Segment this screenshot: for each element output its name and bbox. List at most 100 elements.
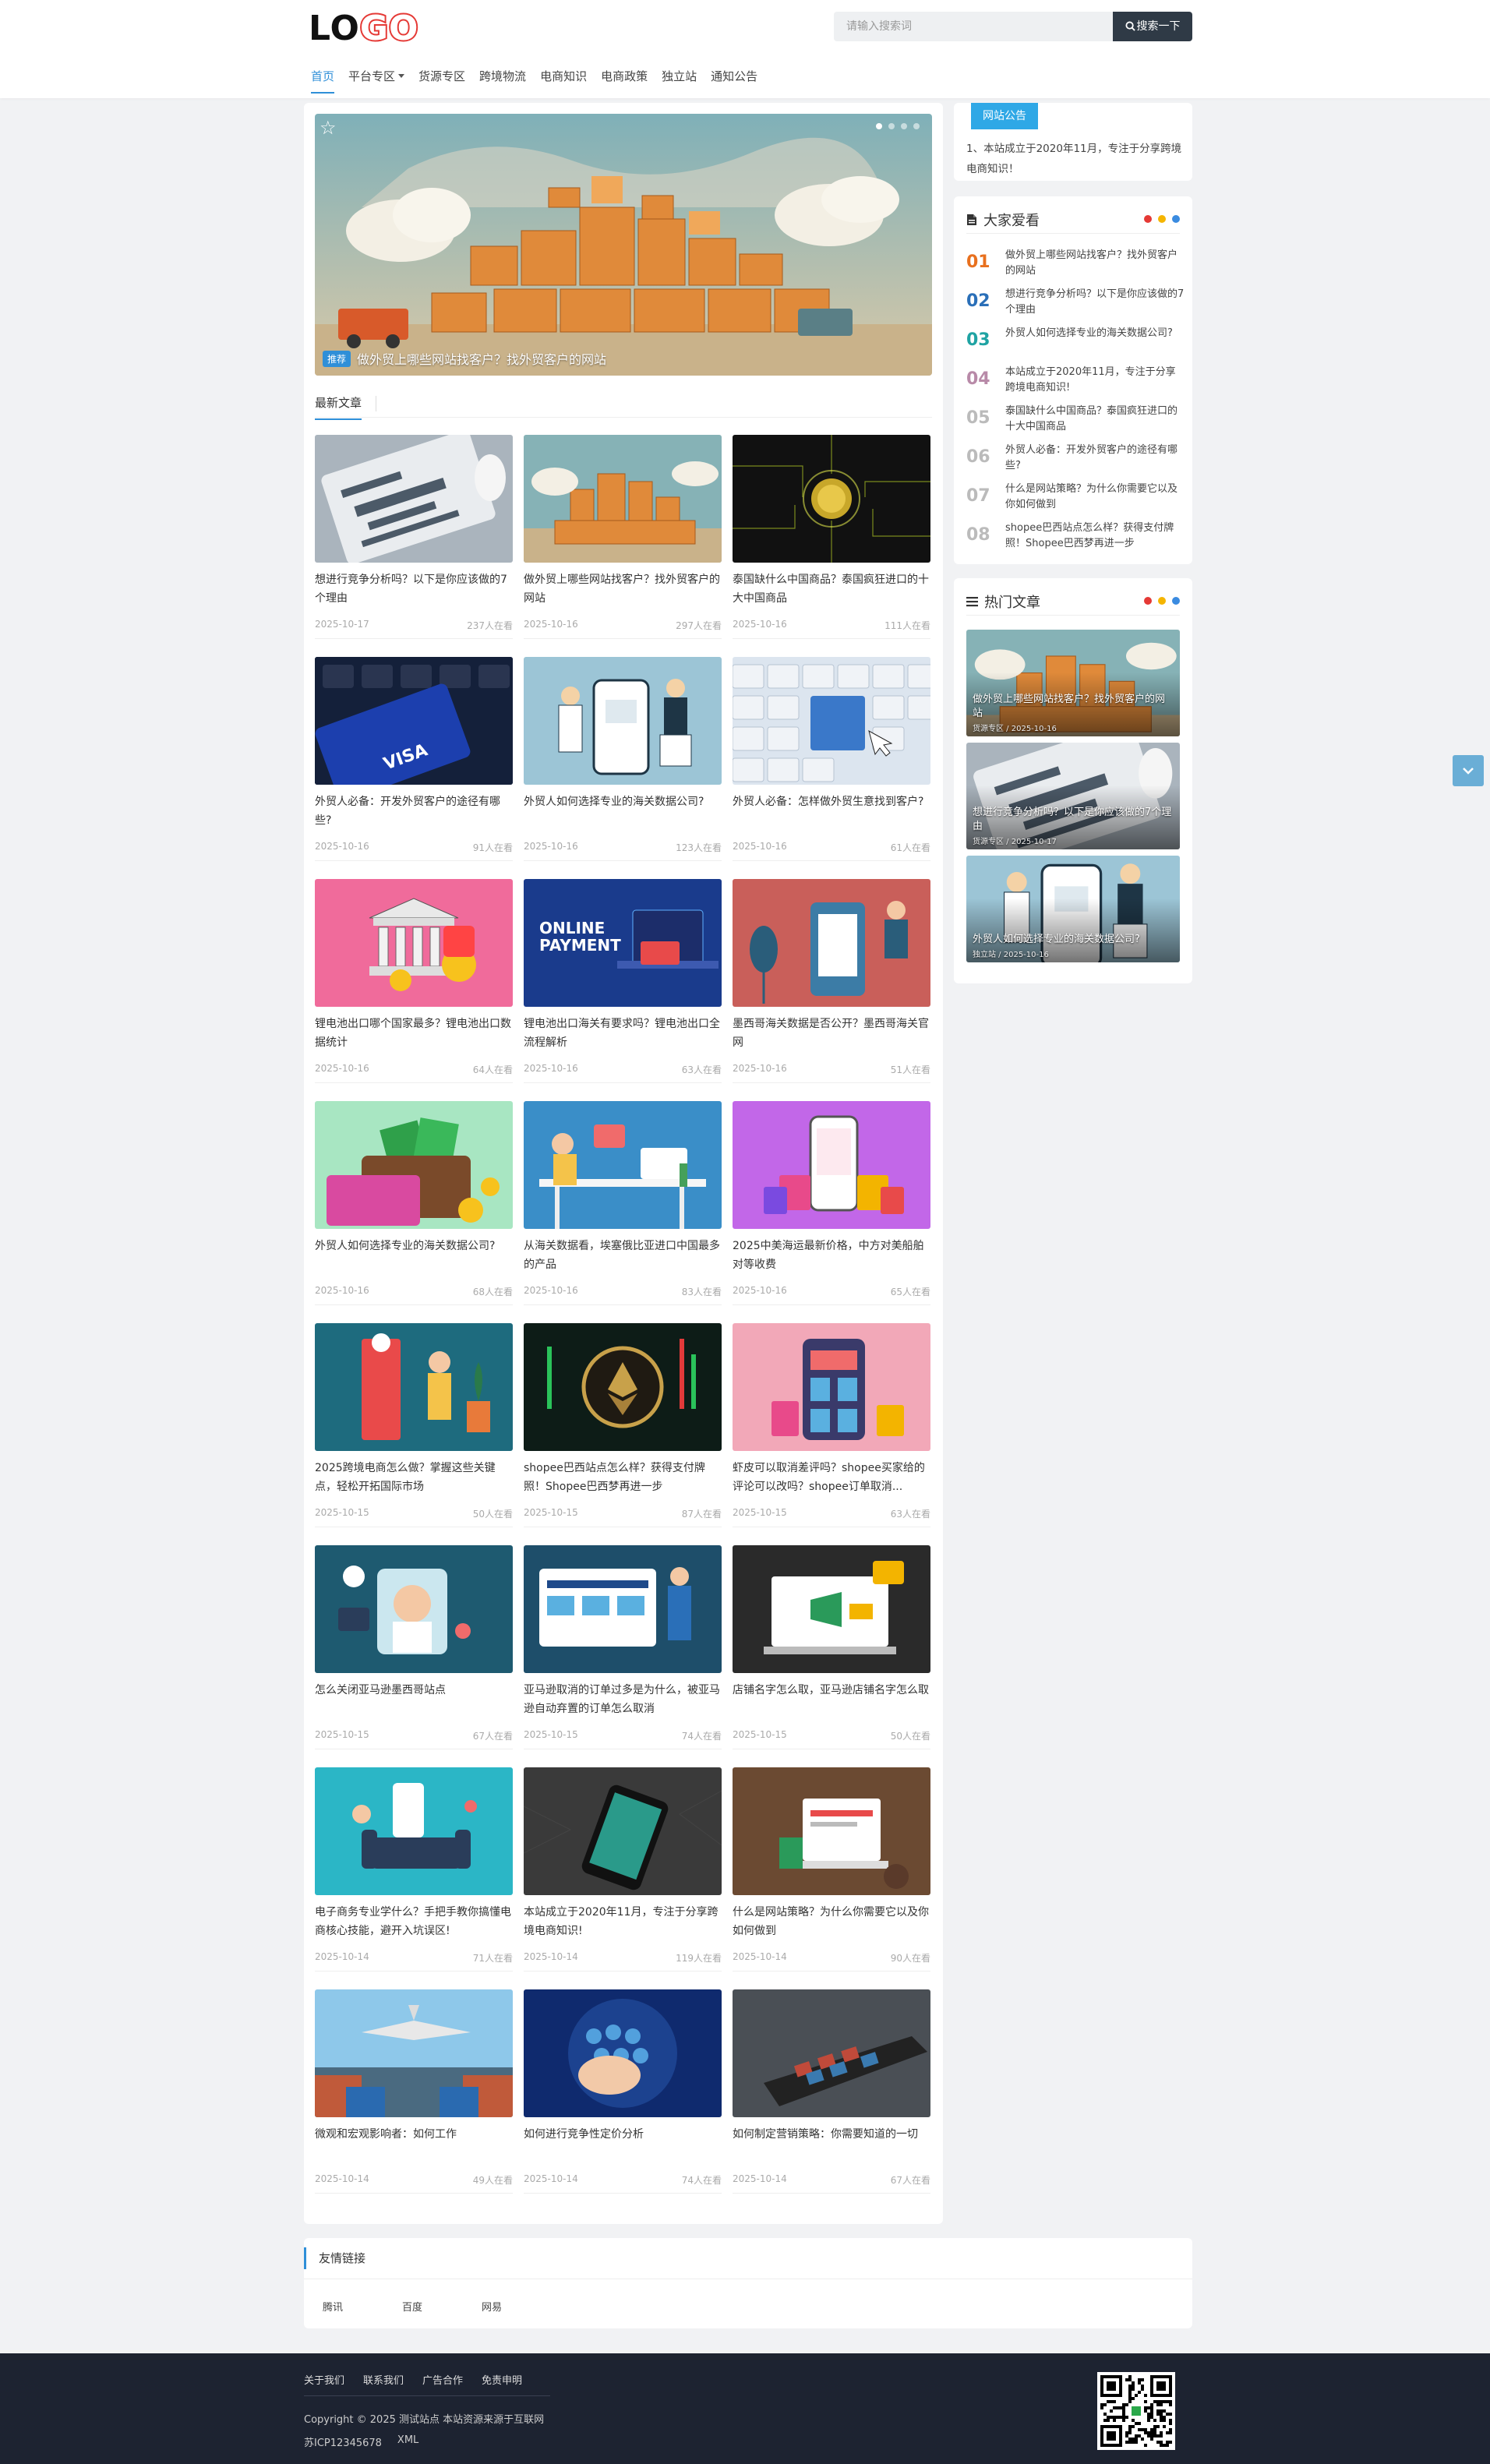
friend-link[interactable]: 网易 — [482, 2299, 502, 2314]
article-title[interactable]: 外贸人必备：怎样做外贸生意找到客户? — [733, 793, 930, 830]
footer-link[interactable]: 免责申明 — [482, 2372, 522, 2387]
article-thumbnail[interactable]: ONLINE PAYMENT — [524, 879, 722, 1007]
article-card[interactable]: 虾皮可以取消差评吗？shopee买家给的评论可以改吗？shopee订单取消...… — [733, 1323, 930, 1545]
article-thumbnail[interactable] — [733, 657, 930, 785]
xml-link[interactable]: XML — [397, 2434, 418, 2449]
hot-article[interactable]: 想进行竞争分析吗？以下是你应该做的7个理由 货源专区 / 2025-10-17 — [966, 743, 1180, 849]
slider-dot[interactable] — [901, 123, 907, 129]
star-icon[interactable]: ☆ — [320, 117, 337, 139]
popular-item-title[interactable]: 外贸人如何选择专业的海关数据公司? — [1005, 321, 1185, 341]
article-thumbnail[interactable]: VISA — [315, 657, 513, 785]
article-thumbnail[interactable] — [733, 1989, 930, 2117]
slider-dot[interactable] — [876, 123, 882, 129]
nav-item[interactable]: 电商政策 — [594, 65, 655, 89]
article-card[interactable]: 从海关数据看，埃塞俄比亚进口中国最多的产品 2025-10-16 83人在看 — [524, 1101, 722, 1323]
search-input[interactable]: 请输入搜索词 — [834, 12, 1114, 41]
site-logo[interactable]: LOGO — [309, 8, 419, 50]
popular-item[interactable]: 08 shopee巴西站点怎么样？获得支付牌照！Shopee巴西梦再进一步 — [966, 516, 1185, 555]
article-title[interactable]: 做外贸上哪些网站找客户？找外贸客户的网站 — [524, 570, 722, 608]
article-card[interactable]: VISA 外贸人必备：开发外贸客户的途径有哪些? 2025-10-16 91人在… — [315, 657, 513, 879]
footer-link[interactable]: 广告合作 — [422, 2372, 463, 2387]
article-title[interactable]: 电子商务专业学什么？手把手教你搞懂电商核心技能，避开入坑误区! — [315, 1903, 513, 1940]
article-card[interactable]: 外贸人如何选择专业的海关数据公司? 2025-10-16 68人在看 — [315, 1101, 513, 1323]
popular-item[interactable]: 01 做外贸上哪些网站找客户？找外贸客户的网站 — [966, 243, 1185, 282]
popular-item-title[interactable]: 想进行竞争分析吗？以下是你应该做的7个理由 — [1005, 282, 1185, 318]
article-thumbnail[interactable] — [524, 1545, 722, 1673]
article-title[interactable]: 外贸人必备：开发外贸客户的途径有哪些? — [315, 793, 513, 830]
search-button[interactable]: 搜索一下 — [1113, 12, 1192, 41]
article-card[interactable]: 2025跨境电商怎么做？掌握这些关键点，轻松开拓国际市场 2025-10-15 … — [315, 1323, 513, 1545]
friend-link[interactable]: 百度 — [402, 2299, 422, 2314]
article-title[interactable]: 从海关数据看，埃塞俄比亚进口中国最多的产品 — [524, 1237, 722, 1274]
popular-item[interactable]: 05 泰国缺什么中国商品？泰国疯狂进口的十大中国商品 — [966, 399, 1185, 438]
article-card[interactable]: 2025中美海运最新价格，中方对美船舶对等收费 2025-10-16 65人在看 — [733, 1101, 930, 1323]
article-card[interactable]: 泰国缺什么中国商品？泰国疯狂进口的十大中国商品 2025-10-16 111人在… — [733, 435, 930, 657]
article-thumbnail[interactable] — [524, 1101, 722, 1229]
article-thumbnail[interactable] — [733, 1101, 930, 1229]
article-thumbnail[interactable] — [524, 435, 722, 563]
icp-link[interactable]: 苏ICP12345678 — [304, 2434, 382, 2449]
article-title[interactable]: 微观和宏观影响者：如何工作 — [315, 2125, 513, 2162]
slider-dot[interactable] — [913, 123, 920, 129]
article-thumbnail[interactable] — [733, 435, 930, 563]
featured-slider[interactable]: ☆ 推荐 做外贸上哪些网站找客户？找外贸客户的网站 — [315, 114, 932, 376]
article-thumbnail[interactable] — [315, 1767, 513, 1895]
article-card[interactable]: ONLINE PAYMENT 锂电池出口海关有要求吗？锂电池出口全流程解析 202… — [524, 879, 722, 1101]
article-thumbnail[interactable] — [315, 879, 513, 1007]
nav-item[interactable]: 货源专区 — [411, 65, 472, 89]
article-thumbnail[interactable] — [315, 1545, 513, 1673]
article-title[interactable]: 什么是网站策略？为什么你需要它以及你如何做到 — [733, 1903, 930, 1940]
nav-item[interactable]: 平台专区 — [341, 65, 411, 89]
notice-text[interactable]: 1、本站成立于2020年11月，专注于分享跨境电商知识！ — [966, 139, 1185, 179]
article-card[interactable]: shopee巴西站点怎么样？获得支付牌照！Shopee巴西梦再进一步 2025-… — [524, 1323, 722, 1545]
article-title[interactable]: 泰国缺什么中国商品？泰国疯狂进口的十大中国商品 — [733, 570, 930, 608]
popular-item-title[interactable]: 本站成立于2020年11月，专注于分享跨境电商知识! — [1005, 360, 1185, 396]
article-title[interactable]: 亚马逊取消的订单过多是为什么，被亚马逊自动弃置的订单怎么取消 — [524, 1681, 722, 1718]
popular-item[interactable]: 03 外贸人如何选择专业的海关数据公司? — [966, 321, 1185, 360]
hot-article-title[interactable]: 想进行竞争分析吗？以下是你应该做的7个理由 — [973, 806, 1174, 834]
hot-article-title[interactable]: 外贸人如何选择专业的海关数据公司? — [973, 933, 1174, 947]
article-card[interactable]: 店铺名字怎么取，亚马逊店铺名字怎么取 2025-10-15 50人在看 — [733, 1545, 930, 1767]
nav-item[interactable]: 跨境物流 — [472, 65, 533, 89]
popular-item-title[interactable]: shopee巴西站点怎么样？获得支付牌照！Shopee巴西梦再进一步 — [1005, 516, 1185, 552]
article-card[interactable]: 本站成立于2020年11月，专注于分享跨境电商知识! 2025-10-14 11… — [524, 1767, 722, 1989]
article-title[interactable]: 怎么关闭亚马逊墨西哥站点 — [315, 1681, 513, 1718]
article-card[interactable]: 什么是网站策略？为什么你需要它以及你如何做到 2025-10-14 90人在看 — [733, 1767, 930, 1989]
article-thumbnail[interactable] — [733, 1323, 930, 1451]
article-card[interactable]: 外贸人如何选择专业的海关数据公司? 2025-10-16 123人在看 — [524, 657, 722, 879]
article-title[interactable]: 想进行竞争分析吗？以下是你应该做的7个理由 — [315, 570, 513, 608]
article-card[interactable]: 电子商务专业学什么？手把手教你搞懂电商核心技能，避开入坑误区! 2025-10-… — [315, 1767, 513, 1989]
article-card[interactable]: 做外贸上哪些网站找客户？找外贸客户的网站 2025-10-16 297人在看 — [524, 435, 722, 657]
article-title[interactable]: 如何进行竞争性定价分析 — [524, 2125, 722, 2162]
article-card[interactable]: 怎么关闭亚马逊墨西哥站点 2025-10-15 67人在看 — [315, 1545, 513, 1767]
article-card[interactable]: 外贸人必备：怎样做外贸生意找到客户? 2025-10-16 61人在看 — [733, 657, 930, 879]
article-thumbnail[interactable] — [733, 879, 930, 1007]
article-thumbnail[interactable] — [733, 1767, 930, 1895]
tab-latest[interactable]: 最新文章 — [315, 394, 362, 420]
article-thumbnail[interactable] — [524, 657, 722, 785]
popular-item[interactable]: 07 什么是网站策略？为什么你需要它以及你如何做到 — [966, 477, 1185, 516]
article-thumbnail[interactable] — [315, 1323, 513, 1451]
article-thumbnail[interactable] — [524, 1767, 722, 1895]
article-title[interactable]: 如何制定营销策略：你需要知道的一切 — [733, 2125, 930, 2162]
friend-link[interactable]: 腾讯 — [323, 2299, 343, 2314]
article-card[interactable]: 想进行竞争分析吗？以下是你应该做的7个理由 2025-10-17 237人在看 — [315, 435, 513, 657]
article-title[interactable]: 2025中美海运最新价格，中方对美船舶对等收费 — [733, 1237, 930, 1274]
article-title[interactable]: 锂电池出口哪个国家最多？锂电池出口数据统计 — [315, 1015, 513, 1052]
hot-article[interactable]: 做外贸上哪些网站找客户？找外贸客户的网站 货源专区 / 2025-10-16 — [966, 630, 1180, 736]
article-title[interactable]: 外贸人如何选择专业的海关数据公司? — [315, 1237, 513, 1274]
popular-item[interactable]: 06 外贸人必备：开发外贸客户的途径有哪些? — [966, 438, 1185, 477]
article-title[interactable]: 本站成立于2020年11月，专注于分享跨境电商知识! — [524, 1903, 722, 1940]
article-thumbnail[interactable] — [524, 1989, 722, 2117]
popular-item-title[interactable]: 什么是网站策略？为什么你需要它以及你如何做到 — [1005, 477, 1185, 513]
article-title[interactable]: 墨西哥海关数据是否公开？墨西哥海关官网 — [733, 1015, 930, 1052]
scroll-down-button[interactable] — [1453, 755, 1484, 786]
article-thumbnail[interactable] — [315, 1989, 513, 2117]
article-card[interactable]: 锂电池出口哪个国家最多？锂电池出口数据统计 2025-10-16 64人在看 — [315, 879, 513, 1101]
slider-caption[interactable]: 推荐 做外贸上哪些网站找客户？找外贸客户的网站 — [323, 349, 606, 368]
article-card[interactable]: 亚马逊取消的订单过多是为什么，被亚马逊自动弃置的订单怎么取消 2025-10-1… — [524, 1545, 722, 1767]
article-title[interactable]: 外贸人如何选择专业的海关数据公司? — [524, 793, 722, 830]
article-title[interactable]: 虾皮可以取消差评吗？shopee买家给的评论可以改吗？shopee订单取消... — [733, 1459, 930, 1496]
popular-item-title[interactable]: 泰国缺什么中国商品？泰国疯狂进口的十大中国商品 — [1005, 399, 1185, 435]
article-thumbnail[interactable] — [315, 1101, 513, 1229]
